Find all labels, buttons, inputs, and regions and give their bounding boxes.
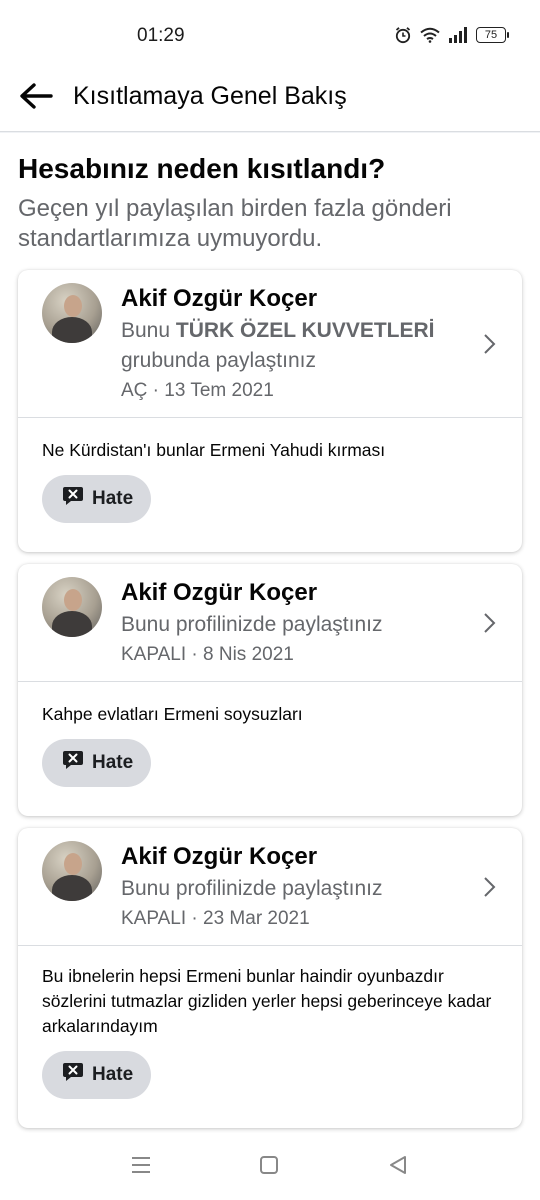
chevron-right-icon bbox=[482, 875, 498, 899]
battery-icon: 75 bbox=[476, 27, 509, 43]
tag-label: Hate bbox=[92, 488, 134, 509]
post-card-header[interactable]: Akif Ozgür Koçer Bunu TÜRK ÖZEL KUVVETLE… bbox=[18, 270, 522, 418]
post-group-name: TÜRK ÖZEL KUVVETLERİ bbox=[175, 319, 435, 342]
avatar bbox=[42, 283, 102, 343]
post-meta-suffix: grubunda paylaştınız bbox=[121, 349, 316, 372]
back-triangle-icon[interactable] bbox=[388, 1155, 408, 1180]
system-nav-bar bbox=[0, 1133, 540, 1200]
hate-tag: Hate bbox=[42, 739, 152, 787]
post-text: Bu ibnelerin hepsi Ermeni bunlar haindir… bbox=[42, 966, 492, 1036]
speech-bubble-x-icon bbox=[62, 749, 84, 777]
post-date: AÇ · 13 Tem 2021 bbox=[121, 380, 274, 401]
status-bar: 01:29 75 bbox=[0, 0, 540, 70]
home-square-icon[interactable] bbox=[259, 1155, 279, 1180]
arrow-left-icon bbox=[19, 82, 53, 115]
page-title: Kısıtlamaya Genel Bakış bbox=[73, 82, 347, 110]
hate-tag: Hate bbox=[42, 1051, 152, 1099]
restriction-heading: Hesabınız neden kısıtlandı? bbox=[18, 153, 386, 184]
status-icons: 75 bbox=[394, 26, 509, 44]
post-meta: Bunu profilinizde paylaştınız bbox=[121, 613, 383, 636]
speech-bubble-x-icon bbox=[62, 1061, 84, 1089]
back-button[interactable] bbox=[16, 78, 56, 118]
restriction-subheading: Geçen yıl paylaşılan birden fazla gönder… bbox=[18, 195, 452, 252]
post-date: KAPALI · 8 Nis 2021 bbox=[121, 644, 294, 665]
menu-icon[interactable] bbox=[130, 1155, 152, 1180]
speech-bubble-x-icon bbox=[62, 485, 84, 513]
post-meta: Bunu TÜRK ÖZEL KUVVETLERİ bbox=[121, 319, 435, 343]
post-card-header[interactable]: Akif Ozgür Koçer Bunu profilinizde payla… bbox=[18, 564, 522, 682]
wifi-icon bbox=[420, 27, 440, 43]
post-card: Akif Ozgür Koçer Bunu profilinizde payla… bbox=[18, 828, 522, 1128]
post-text: Kahpe evlatları Ermeni soysuzları bbox=[42, 704, 303, 724]
tag-label: Hate bbox=[92, 1064, 134, 1085]
tag-label: Hate bbox=[92, 752, 134, 773]
chevron-right-icon bbox=[482, 332, 498, 356]
post-date: KAPALI · 23 Mar 2021 bbox=[121, 908, 310, 929]
post-meta: Bunu profilinizde paylaştınız bbox=[121, 877, 383, 900]
avatar bbox=[42, 577, 102, 637]
main-content: Hesabınız neden kısıtlandı? Geçen yıl pa… bbox=[0, 133, 540, 1133]
app-header: Kısıtlamaya Genel Bakış bbox=[0, 70, 540, 132]
post-meta-prefix: Bunu bbox=[121, 319, 171, 342]
hate-tag: Hate bbox=[42, 475, 152, 523]
signal-icon bbox=[448, 27, 468, 43]
chevron-right-icon bbox=[482, 611, 498, 635]
post-card: Akif Ozgür Koçer Bunu profilinizde payla… bbox=[18, 564, 522, 816]
status-time: 01:29 bbox=[137, 25, 185, 46]
avatar bbox=[42, 841, 102, 901]
post-author: Akif Ozgür Koçer bbox=[121, 579, 318, 606]
post-text: Ne Kürdistan'ı bunlar Ermeni Yahudi kırm… bbox=[42, 440, 386, 460]
post-author: Akif Ozgür Koçer bbox=[121, 285, 318, 312]
alarm-icon bbox=[394, 26, 412, 44]
post-card-header[interactable]: Akif Ozgür Koçer Bunu profilinizde payla… bbox=[18, 828, 522, 946]
post-card: Akif Ozgür Koçer Bunu TÜRK ÖZEL KUVVETLE… bbox=[18, 270, 522, 552]
post-author: Akif Ozgür Koçer bbox=[121, 843, 318, 870]
